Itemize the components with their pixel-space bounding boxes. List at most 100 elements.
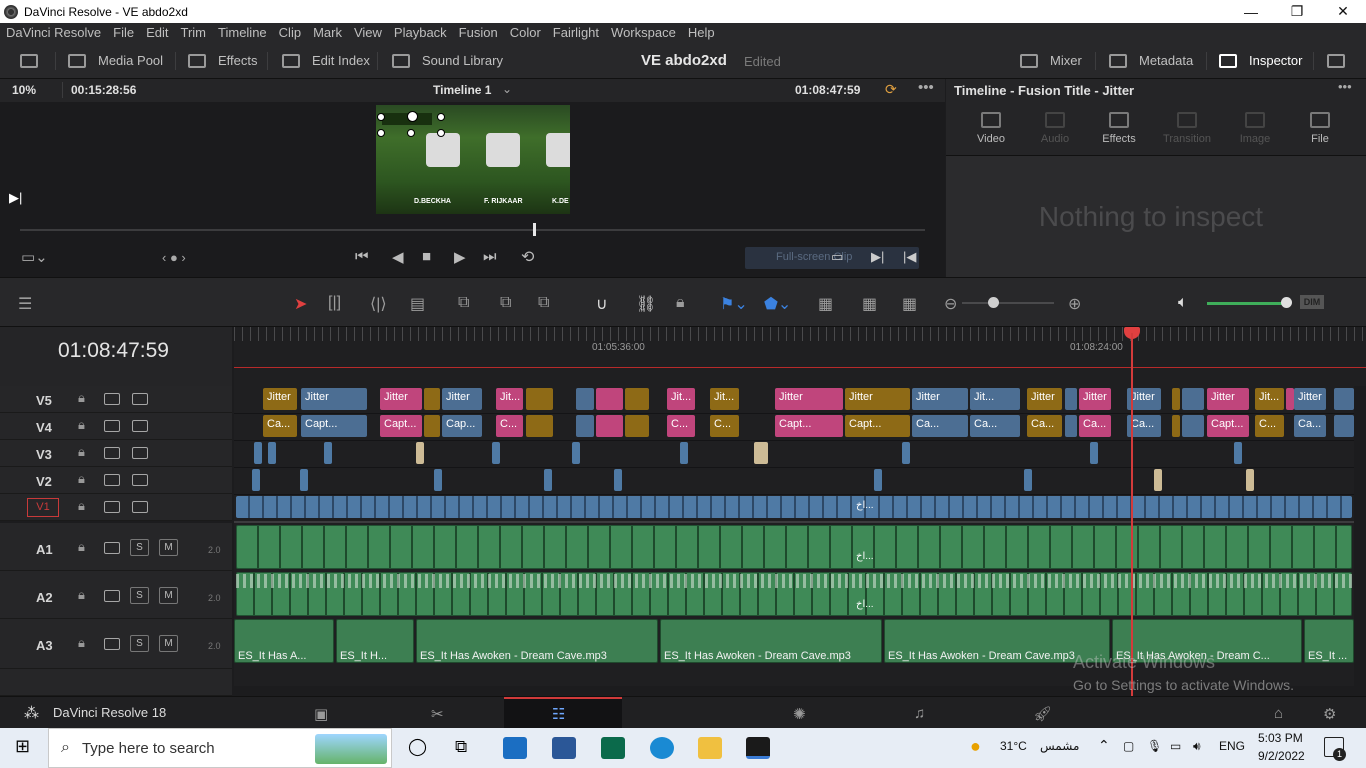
volume-icon[interactable]: 🔈︎ <box>1178 294 1188 312</box>
zoom-out-icon[interactable]: ⊖ <box>944 294 957 314</box>
auto-select-icon[interactable] <box>104 542 120 554</box>
menu-mark[interactable]: Mark <box>307 25 348 40</box>
clip-v5-block[interactable] <box>1172 388 1180 410</box>
clip-v4[interactable]: C... <box>710 415 739 437</box>
auto-select-icon[interactable] <box>104 447 120 459</box>
scrub-playhead[interactable] <box>533 223 536 236</box>
clip-v5[interactable]: Jit... <box>970 388 1020 410</box>
menu-view[interactable]: View <box>348 25 388 40</box>
store-icon[interactable] <box>552 737 576 759</box>
mail-icon[interactable] <box>503 737 527 759</box>
clip-a3[interactable]: ES_It Has Awoken - Dream Cave.mp3 <box>416 619 658 663</box>
language-indicator[interactable]: ENG <box>1219 739 1245 753</box>
marker-icon[interactable]: ⬟⌄ <box>764 294 791 314</box>
home-icon[interactable]: ⌂ <box>1274 705 1283 722</box>
lock-icon[interactable]: 🔒︎ <box>78 444 85 460</box>
clip-v3[interactable] <box>680 442 688 464</box>
prev-edit-icon[interactable]: |◀ <box>903 249 916 265</box>
transform-handle[interactable] <box>407 111 418 122</box>
clip-v4[interactable]: Cap... <box>442 415 482 437</box>
clip-v5-block[interactable] <box>576 388 594 410</box>
clip-a3[interactable]: ES_It Has A... <box>234 619 334 663</box>
clip-v5[interactable]: Jit... <box>1255 388 1284 410</box>
clip-v5-block[interactable] <box>1065 388 1077 410</box>
solo-button[interactable]: S <box>130 587 149 604</box>
menu-clip[interactable]: Clip <box>273 25 307 40</box>
clip-v2[interactable] <box>434 469 442 491</box>
linked-selection-icon[interactable]: ⛓ <box>636 294 656 314</box>
metadata-button[interactable]: Metadata <box>1109 42 1193 79</box>
zoom-slider-knob[interactable] <box>988 297 999 308</box>
clip-v4-block[interactable] <box>1065 415 1077 437</box>
edit-index-button[interactable]: Edit Index <box>282 42 370 79</box>
clip-v5[interactable]: Jitter <box>1027 388 1062 410</box>
track-visibility-icon[interactable] <box>132 447 148 459</box>
transform-handle[interactable] <box>437 129 445 137</box>
expand-panel-button[interactable] <box>1327 42 1345 79</box>
clip-v5[interactable]: Jitter <box>263 388 297 410</box>
loop-icon[interactable]: ⟲ <box>521 247 534 267</box>
clip-v4[interactable]: Capt... <box>845 415 910 437</box>
source-patch-v1[interactable]: V1 <box>27 498 59 517</box>
timeline-view-options-icon[interactable]: ☰ <box>18 294 32 314</box>
clip-a3[interactable]: ES_It ... <box>1304 619 1354 663</box>
position-lock-icon[interactable]: 🔒︎ <box>676 294 685 312</box>
clip-v4[interactable]: C... <box>667 415 695 437</box>
track-visibility-icon[interactable] <box>132 474 148 486</box>
auto-select-icon[interactable] <box>104 638 120 650</box>
clip-v5[interactable]: Jitter <box>1294 388 1326 410</box>
zoom-custom-icon[interactable]: ▦ <box>902 294 917 314</box>
viewer-zoom[interactable]: 10% <box>12 83 36 97</box>
clip-v3[interactable] <box>572 442 580 464</box>
auto-select-icon[interactable] <box>104 420 120 432</box>
blade-tool-icon[interactable]: ▤ <box>410 294 425 314</box>
tab-image[interactable]: Image <box>1225 112 1285 145</box>
task-view-icon[interactable]: ⧉ <box>455 737 467 757</box>
reverse-play-icon[interactable]: ◀ <box>392 248 404 266</box>
scrub-bar[interactable] <box>20 229 925 231</box>
lock-icon[interactable]: 🔒︎ <box>78 471 85 487</box>
edge-icon[interactable] <box>601 737 625 759</box>
fullscreen-icon[interactable]: ▭ <box>831 249 843 265</box>
edit-page-tab[interactable]: ☷ <box>504 697 622 729</box>
clip-v3[interactable] <box>324 442 332 464</box>
clip-v5-block[interactable] <box>596 388 623 410</box>
flag-icon[interactable]: ⚑⌄ <box>720 294 748 314</box>
auto-select-icon[interactable] <box>104 501 120 513</box>
clip-v4[interactable]: Capt... <box>775 415 843 437</box>
clip-v2[interactable] <box>252 469 260 491</box>
chevron-up-icon[interactable]: ⌃ <box>1098 737 1110 754</box>
clip-v4-block[interactable] <box>576 415 594 437</box>
cut-page-icon[interactable]: ✂ <box>431 705 444 723</box>
clip-v4[interactable]: Ca... <box>1079 415 1111 437</box>
track-visibility-icon[interactable] <box>132 501 148 513</box>
transform-handle[interactable] <box>377 113 385 121</box>
media-pool-button[interactable]: Media Pool <box>68 42 163 79</box>
fusion-page-icon[interactable]: ✺ <box>793 705 806 723</box>
taskbar-search[interactable]: ⌕ Type here to search <box>48 728 392 768</box>
clip-v4[interactable]: Ca... <box>1027 415 1062 437</box>
clip-a1-strip[interactable] <box>236 525 1352 569</box>
mute-button[interactable]: M <box>159 635 178 652</box>
clip-v5[interactable]: Jitter <box>912 388 968 410</box>
clip-v5[interactable]: Jitter <box>775 388 843 410</box>
menu-help[interactable]: Help <box>682 25 721 40</box>
go-to-start-icon[interactable]: ⏮ <box>355 248 369 265</box>
volume-slider-knob[interactable] <box>1281 297 1292 308</box>
notification-icon[interactable]: 1 <box>1324 737 1346 761</box>
zoom-in-icon[interactable]: ⊕ <box>1068 294 1081 314</box>
clock-time[interactable]: 5:03 PM <box>1258 731 1303 745</box>
clip-v5[interactable]: Jitter <box>1079 388 1111 410</box>
track-visibility-icon[interactable] <box>132 420 148 432</box>
clip-v2[interactable] <box>1246 469 1254 491</box>
clip-v4-block[interactable] <box>1182 415 1204 437</box>
trim-tool-icon[interactable]: [|] <box>328 294 341 312</box>
clip-v4-block[interactable] <box>625 415 649 437</box>
mixer-button[interactable]: Mixer <box>1020 42 1082 79</box>
zoom-detail-icon[interactable]: ▦ <box>862 294 877 314</box>
play-icon[interactable]: ▶ <box>454 248 466 266</box>
clip-v5[interactable]: Jit... <box>667 388 695 410</box>
clip-v3[interactable] <box>1234 442 1242 464</box>
dim-button[interactable]: DIM <box>1300 295 1324 309</box>
tab-video[interactable]: Video <box>961 112 1021 145</box>
